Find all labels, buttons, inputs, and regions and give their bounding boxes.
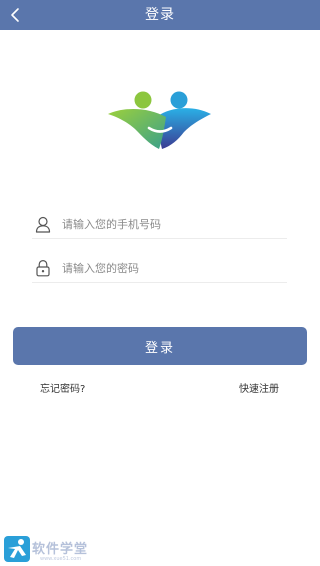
two-people-logo [108,91,211,149]
watermark: 软件学堂 www.xue51.com [0,532,140,566]
watermark-text: 软件学堂 [32,542,89,557]
page-title: 登录 [145,7,175,23]
user-icon [34,214,52,234]
quick-register-link[interactable]: 快速注册 [239,380,279,395]
password-input[interactable] [62,257,277,279]
forgot-password-link[interactable]: 忘记密码? [40,380,85,395]
phone-field [32,210,287,239]
login-button[interactable]: 登录 [13,327,307,365]
password-field [32,254,287,283]
nav-bar: 登录 [0,0,320,30]
lock-icon [34,258,52,278]
watermark-logo-icon [4,536,30,562]
watermark-url: www.xue51.com [40,556,82,562]
phone-input[interactable] [62,213,277,235]
